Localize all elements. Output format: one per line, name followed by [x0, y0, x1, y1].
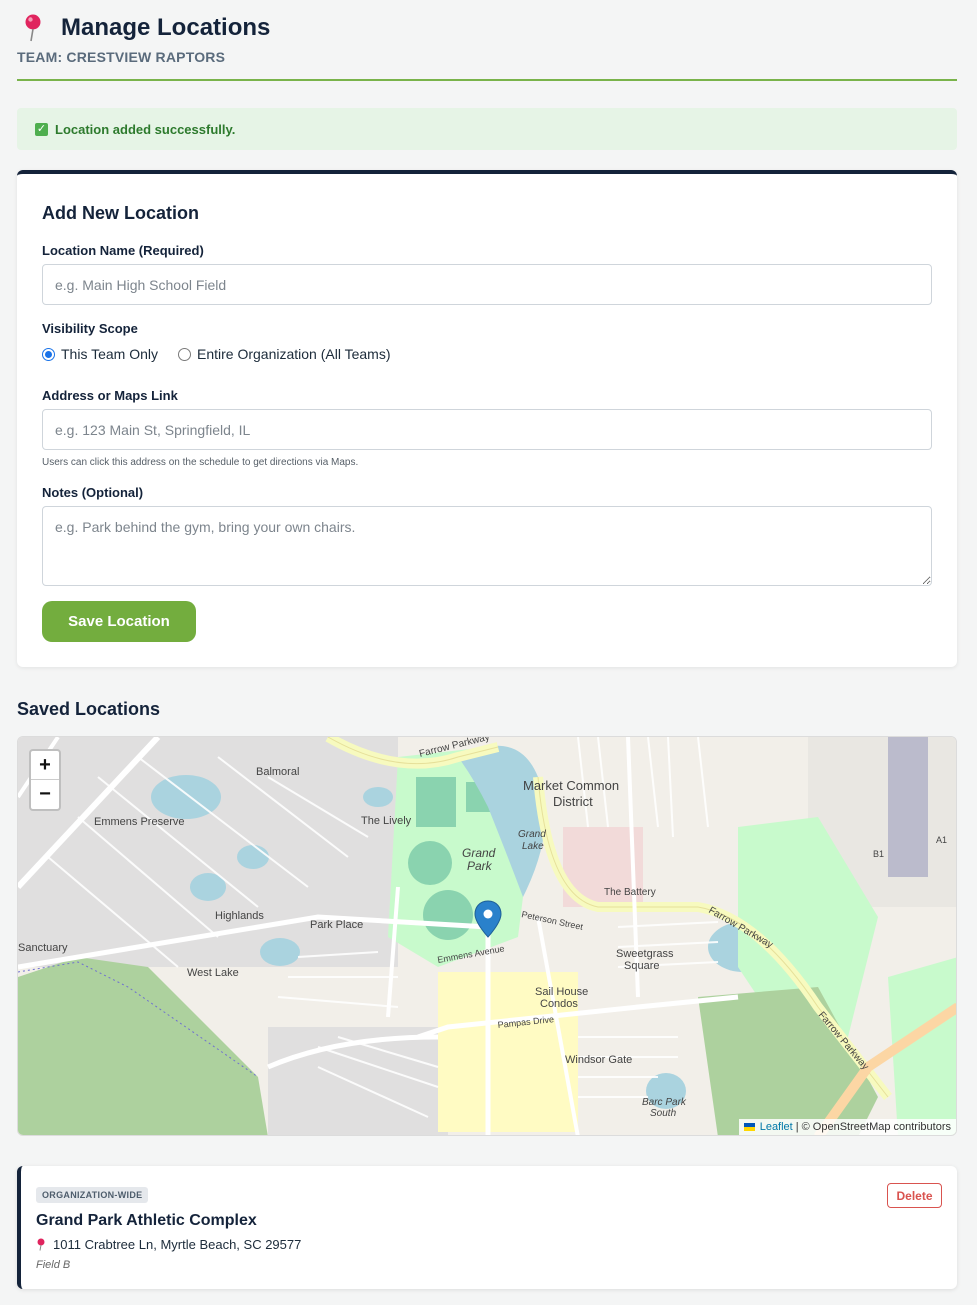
map-label: Barc Park [642, 1097, 687, 1108]
leaflet-link[interactable]: Leaflet [760, 1121, 793, 1133]
radio-unselected[interactable] [178, 347, 191, 361]
address-input[interactable] [42, 409, 932, 450]
location-address-text[interactable]: 1011 Crabtree Ln, Myrtle Beach, SC 29577 [53, 1237, 301, 1252]
map-label: Highlands [215, 910, 264, 922]
map-label: Park [467, 859, 493, 873]
team-name: TEAM: CRESTVIEW RAPTORS [17, 49, 226, 65]
notes-label: Notes (Optional) [42, 485, 144, 500]
map-label: The Battery [604, 887, 656, 898]
map-label: Emmens Preserve [94, 816, 184, 828]
map-label: Grand [462, 846, 496, 860]
map-label: West Lake [187, 967, 239, 979]
zoom-in-button[interactable]: + [31, 751, 59, 780]
location-notes: Field B [36, 1259, 71, 1271]
scope-badge: ORGANIZATION-WIDE [36, 1187, 149, 1203]
notes-textarea[interactable] [42, 506, 932, 586]
map-label: Sanctuary [18, 942, 68, 954]
osm-attribution: | © OpenStreetMap contributors [795, 1121, 951, 1133]
ukraine-flag-icon [743, 1123, 755, 1131]
address-label: Address or Maps Link [42, 388, 178, 403]
map-label: Balmoral [256, 766, 299, 778]
radio-selected[interactable] [42, 347, 55, 361]
map-label: Lake [522, 841, 544, 852]
visibility-scope-group: This Team Only Entire Organization (All … [42, 346, 410, 362]
success-alert: ✓ Location added successfully. [17, 108, 957, 150]
pushpin-icon [21, 13, 49, 43]
page-header: Manage Locations TEAM: CRESTVIEW RAPTORS [17, 10, 957, 65]
scope-option-team[interactable]: This Team Only [42, 346, 158, 362]
header-divider [17, 79, 957, 81]
map-label: B1 [873, 849, 884, 859]
map-label: A1 [936, 835, 947, 845]
form-heading: Add New Location [42, 203, 199, 223]
location-name-label: Location Name (Required) [42, 243, 204, 258]
map-label: District [553, 794, 593, 809]
page-title: Manage Locations [61, 14, 271, 41]
location-address[interactable]: 1011 Crabtree Ln, Myrtle Beach, SC 29577 [36, 1237, 301, 1252]
zoom-out-button[interactable]: − [31, 780, 59, 809]
checkbox-icon: ✓ [35, 122, 48, 136]
scope-option-organization[interactable]: Entire Organization (All Teams) [178, 346, 390, 362]
locations-map[interactable]: Farrow Parkway Market Common District Gr… [17, 736, 957, 1136]
map-label: South [650, 1108, 677, 1119]
scope-option-team-label: This Team Only [61, 346, 158, 362]
map-label: Sweetgrass [616, 948, 674, 960]
delete-button[interactable]: Delete [887, 1183, 942, 1208]
map-label: Grand [518, 829, 546, 840]
alert-message: Location added successfully. [55, 121, 236, 137]
map-zoom-control: + − [29, 749, 61, 811]
location-name: Grand Park Athletic Complex [36, 1212, 257, 1229]
map-label: Windsor Gate [565, 1054, 632, 1066]
save-location-button[interactable]: Save Location [42, 601, 196, 642]
visibility-scope-label: Visibility Scope [42, 321, 138, 336]
saved-locations-heading: Saved Locations [17, 699, 161, 719]
address-hint: Users can click this address on the sche… [42, 457, 359, 468]
map-label: Sail House [535, 986, 588, 998]
map-label: Square [624, 960, 659, 972]
map-label: The Lively [361, 815, 412, 827]
map-label: Market Common [523, 778, 619, 793]
pushpin-icon [36, 1238, 46, 1251]
map-label: Park Place [310, 919, 363, 931]
map-attribution: Leaflet | © OpenStreetMap contributors [738, 1119, 956, 1135]
scope-option-organization-label: Entire Organization (All Teams) [197, 346, 391, 362]
location-card: ORGANIZATION-WIDE Grand Park Athletic Co… [17, 1166, 957, 1289]
add-location-card: Add New Location Location Name (Required… [17, 170, 957, 667]
map-tiles[interactable]: Farrow Parkway Market Common District Gr… [18, 737, 957, 1136]
location-name-input[interactable] [42, 264, 932, 305]
map-label: Condos [540, 998, 578, 1010]
